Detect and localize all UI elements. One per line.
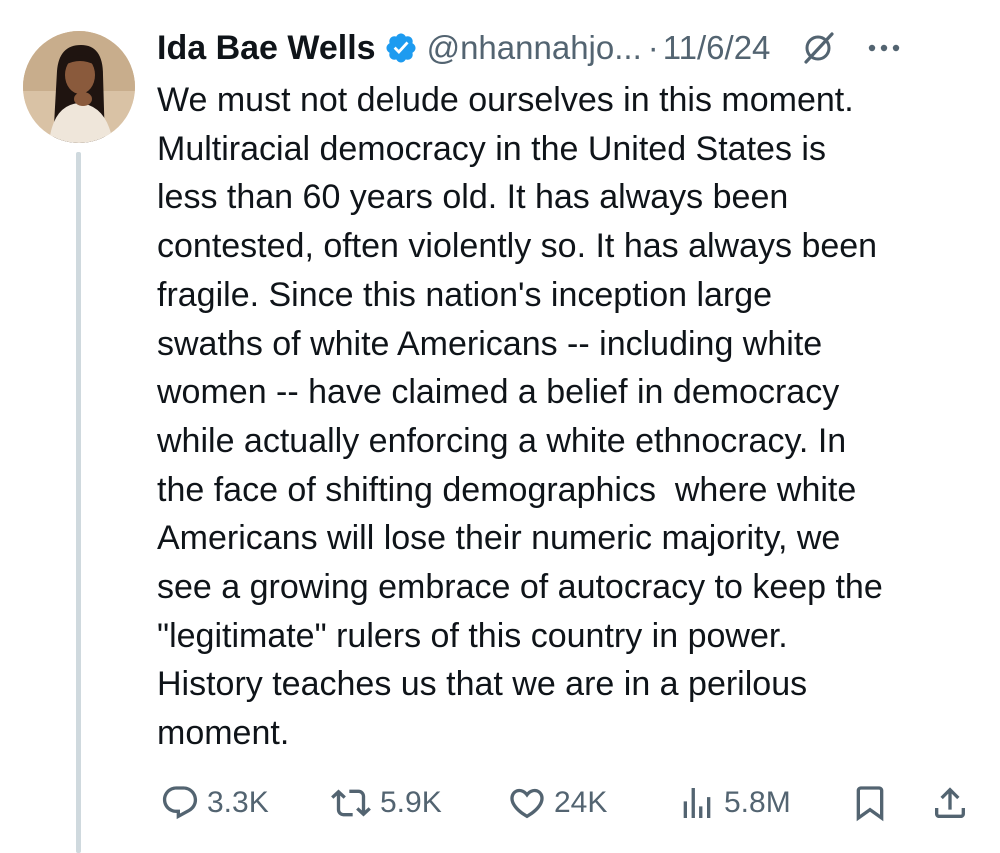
tweet-header: Ida Bae Wells @nhannahjo... · 11/6/24 (157, 22, 978, 74)
reply-button[interactable]: 3.3K (160, 775, 269, 831)
reply-icon (162, 786, 198, 820)
views-icon (683, 788, 711, 818)
tweet-text-line: swaths of white Americans -- including w… (157, 324, 823, 363)
tweet-text-line: Multiracial democracy in the United Stat… (157, 129, 826, 168)
author-handle[interactable]: @nhannahjo... (427, 29, 642, 67)
tweet-text-line: see a growing embrace of autocracy to ke… (157, 568, 883, 607)
bookmark-button[interactable] (850, 775, 890, 831)
tweet-text-line: We must not delude ourselves in this mom… (157, 81, 854, 119)
views-button[interactable]: 5.8M (677, 775, 791, 831)
reply-count: 3.3K (207, 786, 269, 819)
like-button[interactable]: 24K (507, 775, 607, 831)
tweet-text: We must not delude ourselves in this mom… (157, 76, 987, 758)
tweet-text-line: moment. (157, 714, 290, 753)
author-name[interactable]: Ida Bae Wells (157, 29, 376, 68)
tweet-text-line: less than 60 years old. It has always be… (157, 178, 789, 217)
repost-icon (331, 789, 371, 817)
header-separator: · (647, 29, 659, 66)
tweet-text-line: while actually enforcing a white ethnocr… (157, 421, 847, 460)
grok-icon[interactable] (800, 30, 836, 66)
action-bar: 3.3K 5.9K 24K 5.8M (157, 775, 977, 831)
tweet-text-line: History teaches us that we are in a peri… (157, 665, 808, 704)
repost-button[interactable]: 5.9K (329, 775, 442, 831)
repost-count: 5.9K (380, 786, 442, 819)
tweet-date[interactable]: 11/6/24 (663, 29, 771, 67)
tweet-text-line: the face of shifting demographics where … (157, 470, 857, 509)
share-icon (935, 787, 965, 818)
like-count: 24K (554, 786, 608, 819)
more-icon[interactable] (864, 28, 904, 68)
tweet-text-line: women -- have claimed a belief in democr… (157, 373, 840, 412)
avatar[interactable] (23, 31, 135, 143)
bookmark-icon (856, 786, 884, 822)
like-icon (510, 788, 544, 819)
tweet-text-line: contested, often violently so. It has al… (157, 227, 878, 266)
views-count: 5.8M (724, 786, 791, 819)
thread-line (76, 152, 81, 853)
avatar-image (23, 31, 135, 143)
tweet-text-line: Americans will lose their numeric majori… (157, 519, 841, 558)
tweet-text-line: fragile. Since this nation's inception l… (157, 275, 773, 314)
share-button[interactable] (930, 775, 970, 831)
tweet-text-line: "legitimate" rulers of this country in p… (157, 616, 788, 655)
verified-badge-icon[interactable] (384, 31, 418, 65)
